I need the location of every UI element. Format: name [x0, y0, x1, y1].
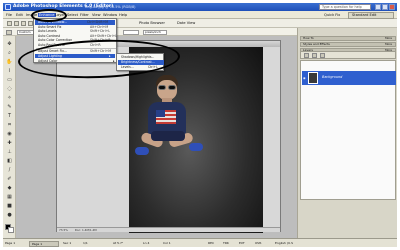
status-zoom: 73.5%: [59, 228, 68, 232]
magic-wand-tool-icon[interactable]: ✧: [5, 94, 14, 101]
menu-item-label: Auto Color Correction: [38, 38, 73, 42]
red-eye-tool-icon[interactable]: ◉: [5, 130, 14, 137]
units-select[interactable]: pixels/inch: [143, 29, 167, 35]
layer-name: Background: [322, 75, 343, 79]
menu-file[interactable]: File: [6, 13, 12, 17]
how-to-panel-header[interactable]: How To More: [300, 36, 396, 41]
menu-help[interactable]: Help: [119, 13, 127, 17]
status-column: Col 1: [163, 241, 171, 245]
page-button[interactable]: Page 1: [29, 240, 59, 247]
photo-flag-canton: [156, 110, 165, 117]
status-page-count: 1/1: [83, 241, 88, 245]
date-view-button[interactable]: Date View: [171, 20, 195, 26]
annotation-circle-enhance: [31, 9, 67, 22]
layer-row-background[interactable]: ◉ Background: [302, 71, 396, 85]
menu-filter[interactable]: Filter: [80, 13, 89, 17]
eyedropper-tool-icon[interactable]: ⌇: [5, 67, 14, 74]
status-section: Sec 1: [63, 241, 72, 245]
status-ovr: OVR: [255, 241, 262, 245]
new-file-icon[interactable]: [7, 21, 12, 26]
title-bar: Adobe Photoshop Elements 6.0 (Editor) Im…: [3, 3, 397, 11]
shape-tool-icon[interactable]: ■: [5, 202, 14, 209]
styles-more-button[interactable]: More: [385, 42, 392, 47]
layer-thumbnail: [308, 72, 318, 84]
menu-edit[interactable]: Edit: [16, 13, 23, 17]
gradient-tool-icon[interactable]: ▦: [5, 193, 14, 200]
layers-panel: ◉ Background: [300, 60, 396, 200]
brush-tool-icon[interactable]: ✐: [5, 175, 14, 182]
menu-select[interactable]: Select: [67, 13, 78, 17]
screenshot-photo: Adobe Photoshop Elements 6.0 (Editor) Im…: [0, 0, 400, 250]
styles-panel-header[interactable]: Styles and Effects More: [300, 42, 396, 47]
photo-goggle-left: [158, 85, 166, 90]
marquee-tool-icon[interactable]: ▭: [5, 76, 14, 83]
menu-window[interactable]: Window: [103, 13, 117, 17]
status-doc-size: Doc: 1.4M/1.4M: [74, 228, 97, 232]
how-to-title: How To: [303, 36, 314, 40]
minimize-icon[interactable]: [375, 4, 381, 10]
styles-title: Styles and Effects: [303, 42, 330, 46]
visibility-eye-icon[interactable]: ◉: [303, 76, 306, 80]
maximize-icon[interactable]: [382, 4, 388, 10]
crop-tool-icon: [6, 29, 12, 35]
new-layer-icon[interactable]: [304, 53, 309, 58]
save-icon[interactable]: [21, 21, 26, 26]
photo-shorts: [151, 131, 185, 141]
pencil-tool-icon[interactable]: /: [5, 166, 14, 173]
app-icon: [5, 4, 11, 10]
quick-selection-tool-icon[interactable]: ✎: [5, 103, 14, 110]
window-controls: [375, 4, 395, 10]
photo-face: [157, 80, 177, 100]
trash-icon[interactable]: [320, 53, 325, 58]
image-canvas[interactable]: [129, 47, 263, 233]
window-doc-info: Img-04.jpg @ 73.5% (RGB/8): [85, 4, 136, 9]
photo-goggle-right: [168, 85, 176, 90]
background-color-swatch[interactable]: [8, 227, 14, 233]
adjustment-layer-icon[interactable]: [312, 53, 317, 58]
quick-fix-button[interactable]: Quick Fix: [319, 12, 346, 19]
photo-shoe-right: [189, 143, 203, 151]
bottom-status-bar: Page 1 Page 1 Sec 1 1/1 At 5.7" Ln 4 Col…: [3, 238, 397, 247]
type-tool-icon[interactable]: T: [5, 112, 14, 119]
eraser-tool-icon[interactable]: ◧: [5, 157, 14, 164]
healing-brush-tool-icon[interactable]: ✚: [5, 139, 14, 146]
palette-bin: How To More Styles and Effects More Laye…: [297, 28, 397, 238]
status-rec: REC: [208, 241, 215, 245]
status-line: Ln 4: [143, 241, 150, 245]
zoom-tool-icon[interactable]: ⌕: [5, 49, 14, 56]
close-icon[interactable]: [389, 4, 395, 10]
menu-item-label: Auto Levels: [38, 29, 57, 33]
document-status-bar: 73.5% Doc: 1.4M/1.4M: [57, 227, 280, 232]
resolution-field[interactable]: [123, 29, 139, 35]
clone-stamp-tool-icon[interactable]: ⊥: [5, 148, 14, 155]
standard-edit-button[interactable]: Standard Edit: [348, 11, 394, 19]
menu-item-label: Auto Smart Fix: [38, 24, 62, 29]
status-at: At 5.7": [113, 241, 124, 245]
layers-toolbar: [300, 51, 396, 59]
toolbox: ✥ ⌕ ✋ ⌇ ▭ ◌ ✧ ✎ T ⌗ ◉ ✚ ⊥ ◧ / ✐ ◆ ▦ ■ ●: [3, 36, 16, 238]
help-search-input[interactable]: Type a question for help: [319, 4, 371, 10]
lasso-tool-icon[interactable]: ◌: [5, 85, 14, 92]
how-to-more-button[interactable]: More: [385, 36, 392, 41]
paint-bucket-tool-icon[interactable]: ◆: [5, 184, 14, 191]
status-trk: TRK: [223, 241, 229, 245]
status-page: Page 1: [5, 241, 16, 245]
menu-view[interactable]: View: [92, 13, 101, 17]
move-tool-icon[interactable]: ✥: [5, 40, 14, 47]
hand-tool-icon[interactable]: ✋: [5, 58, 14, 65]
photo-shoe-left: [135, 147, 149, 155]
blur-tool-icon[interactable]: ●: [5, 211, 14, 218]
open-folder-icon[interactable]: [14, 21, 19, 26]
status-ext: EXT: [239, 241, 245, 245]
menu-item-label: Auto Contrast: [38, 33, 61, 38]
photo-browser-button[interactable]: Photo Browser: [133, 20, 165, 26]
status-language: English (U.S: [275, 241, 294, 245]
crop-tool-button-icon[interactable]: ⌗: [5, 121, 14, 128]
